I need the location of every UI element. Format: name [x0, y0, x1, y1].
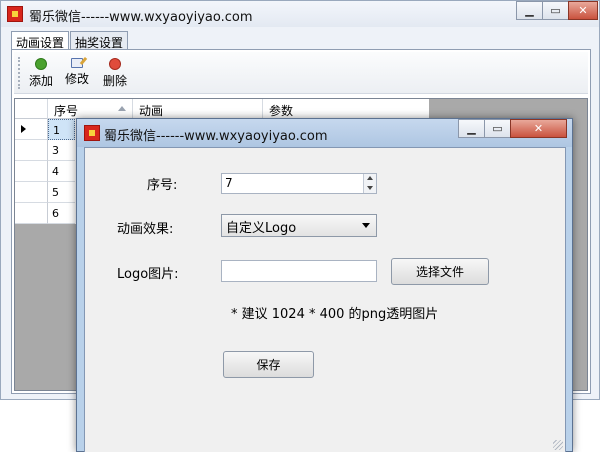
sort-ascending-icon [118, 106, 126, 111]
tab-animation-settings[interactable]: 动画设置 [11, 31, 70, 51]
resize-grip-icon[interactable] [553, 440, 563, 450]
row-number-cell[interactable]: 6 [48, 203, 75, 224]
logo-path-input[interactable] [221, 260, 377, 282]
column-header-animation-label: 动画 [139, 104, 164, 118]
current-row-indicator-icon [21, 125, 26, 133]
effect-select[interactable]: 自定义Logo [221, 214, 377, 237]
row-header-corner [15, 99, 48, 119]
dialog-maximize-button[interactable]: ▭ [484, 119, 511, 138]
chevron-down-icon [362, 223, 370, 228]
seq-spin-buttons[interactable] [363, 174, 376, 193]
row-number-cell[interactable]: 4 [48, 161, 75, 182]
seq-value: 7 [225, 176, 233, 190]
delete-label: 删除 [102, 74, 127, 88]
add-label: 添加 [28, 74, 53, 88]
row-header[interactable] [15, 119, 48, 140]
maximize-button[interactable]: ▭ [542, 1, 569, 20]
delete-icon [109, 58, 121, 70]
effect-label: 动画效果: [117, 222, 174, 237]
table-row[interactable]: 3 [15, 140, 75, 161]
row-number-cell[interactable]: 5 [48, 182, 75, 203]
table-row[interactable]: 4 [15, 161, 75, 182]
edit-button[interactable]: 修改 [60, 56, 94, 90]
edit-icon [71, 58, 83, 68]
seq-stepper[interactable]: 7 [221, 173, 377, 194]
close-button[interactable]: ✕ [568, 1, 598, 20]
spin-down-icon[interactable] [364, 183, 376, 192]
row-header[interactable] [15, 140, 48, 161]
edit-label: 修改 [64, 72, 89, 86]
dialog-minimize-button[interactable]: ▁ [458, 119, 485, 138]
table-row[interactable]: 1 [15, 119, 75, 140]
app-logo-icon [84, 125, 100, 141]
column-header-params-label: 参数 [269, 104, 294, 118]
dialog-title: 蜀乐微信------www.wxyaoyiyao.com [104, 129, 328, 144]
choose-file-button[interactable]: 选择文件 [391, 258, 489, 285]
size-hint-text: * 建议 1024 * 400 的png透明图片 [231, 307, 439, 322]
row-number-cell[interactable]: 3 [48, 140, 75, 161]
toolbar-grip[interactable] [18, 57, 20, 89]
edit-animation-dialog: 蜀乐微信------www.wxyaoyiyao.com ▁ ▭ ✕ 序号: 7… [76, 118, 573, 452]
seq-label: 序号: [147, 178, 178, 193]
toolbar: 添加 修改 删除 [14, 52, 588, 94]
column-header-params[interactable]: 参数 [263, 99, 429, 119]
column-header-seq-label: 序号 [54, 104, 79, 118]
save-button[interactable]: 保存 [223, 351, 314, 378]
row-number-cell[interactable]: 1 [48, 119, 75, 140]
row-header[interactable] [15, 203, 48, 224]
main-window-title: 蜀乐微信------www.wxyaoyiyao.com [29, 10, 253, 25]
tab-lottery-settings[interactable]: 抽奖设置 [70, 31, 129, 50]
delete-button[interactable]: 删除 [98, 56, 132, 90]
dialog-close-button[interactable]: ✕ [510, 119, 567, 138]
add-button[interactable]: 添加 [24, 56, 58, 90]
add-icon [35, 58, 47, 70]
dialog-body: 序号: 7 动画效果: 自定义Logo Logo图片: 选择文件 * 建议 10… [84, 147, 566, 452]
row-header[interactable] [15, 182, 48, 203]
spin-up-icon[interactable] [364, 174, 376, 183]
effect-value: 自定义Logo [226, 221, 297, 236]
row-header[interactable] [15, 161, 48, 182]
grid-header: 序号 动画 参数 [15, 99, 429, 119]
table-row[interactable]: 5 [15, 182, 75, 203]
table-row[interactable]: 6 [15, 203, 75, 224]
tab-strip: 动画设置 抽奖设置 [11, 31, 129, 51]
app-logo-icon [7, 6, 23, 22]
minimize-button[interactable]: ▁ [516, 1, 543, 20]
logo-label: Logo图片: [117, 267, 179, 282]
dialog-title-bar[interactable]: 蜀乐微信------www.wxyaoyiyao.com ▁ ▭ ✕ [77, 119, 572, 147]
column-header-animation[interactable]: 动画 [133, 99, 263, 119]
main-title-bar[interactable]: 蜀乐微信------www.wxyaoyiyao.com ▁ ▭ ✕ [1, 1, 599, 27]
column-header-seq[interactable]: 序号 [48, 99, 133, 119]
